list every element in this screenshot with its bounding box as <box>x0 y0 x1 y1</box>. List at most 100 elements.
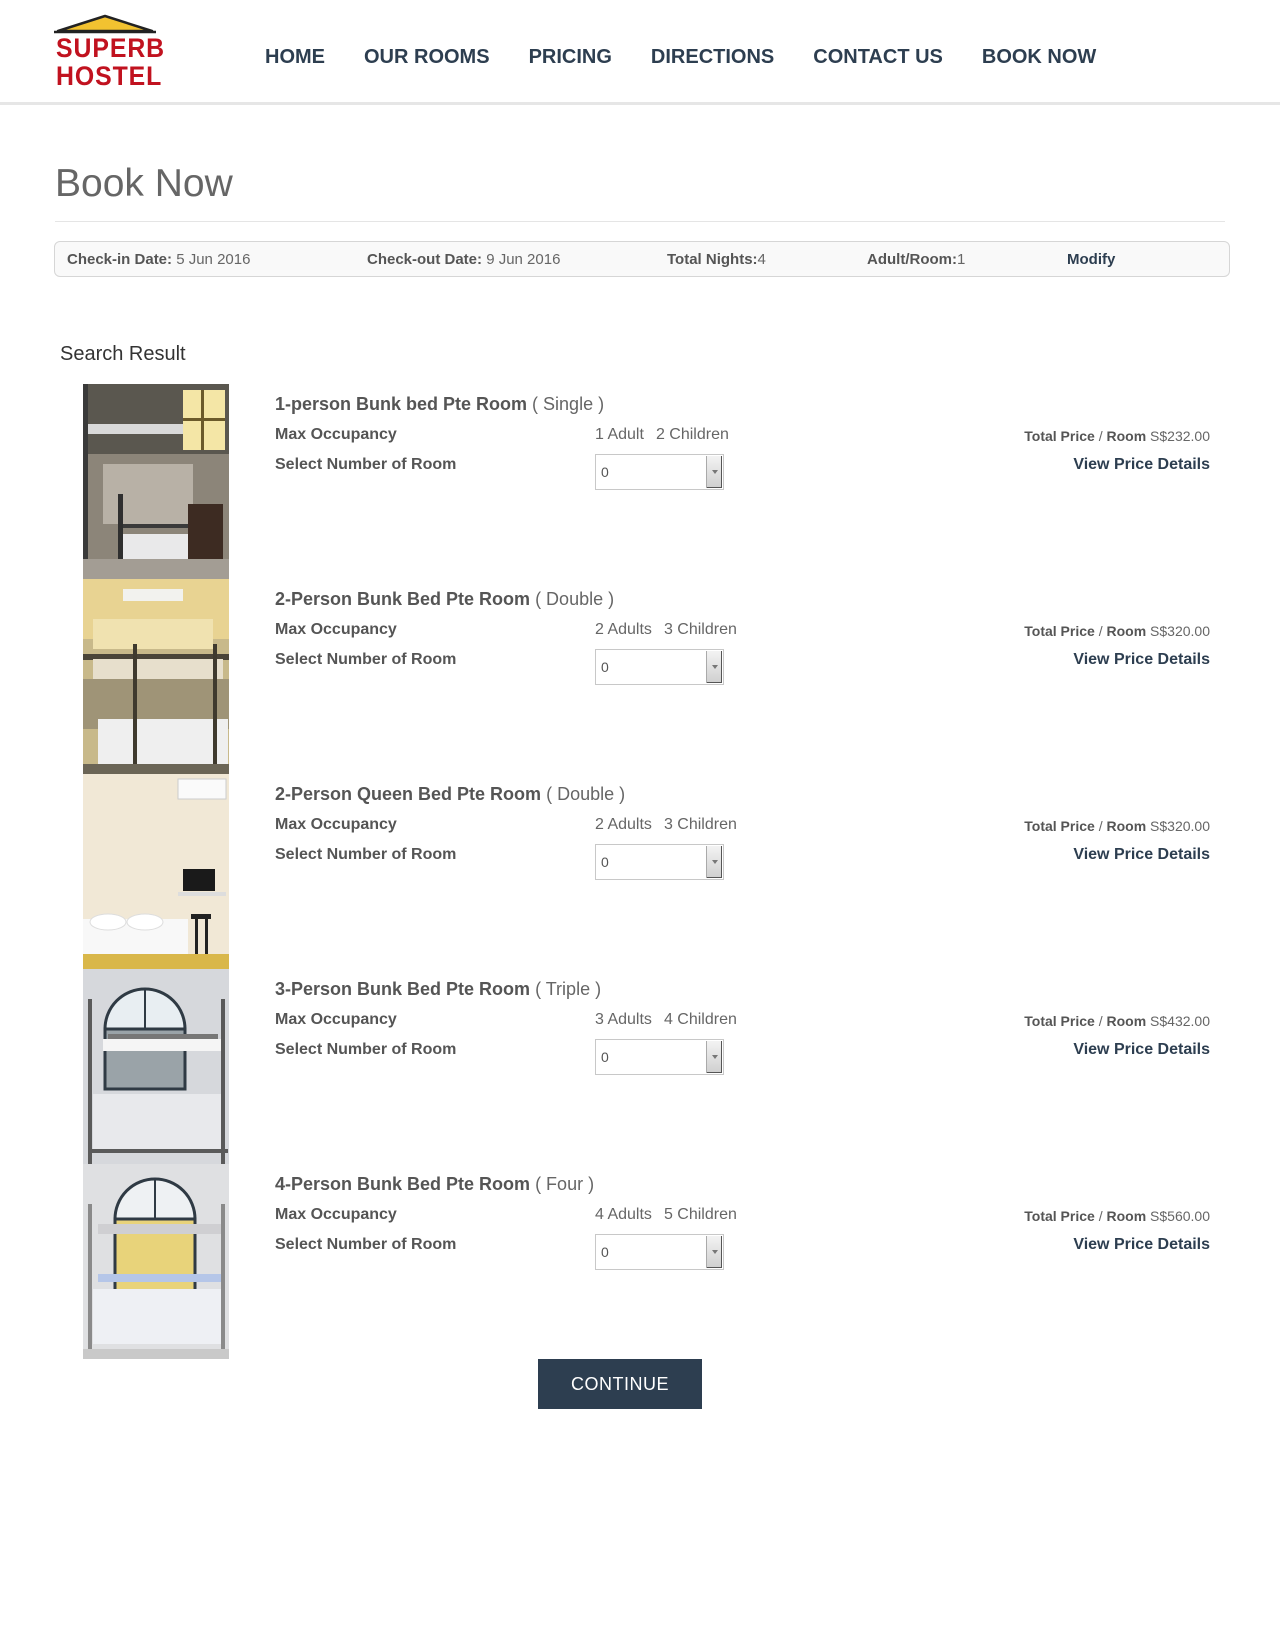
dropdown-arrow-icon[interactable] <box>706 1236 722 1268</box>
room-name-text: 2-Person Bunk Bed Pte Room <box>275 589 531 609</box>
max-occupancy-value: 3 Adults 4 Children <box>595 1011 737 1029</box>
max-occupancy-value: 2 Adults 3 Children <box>595 621 737 639</box>
view-price-details-link[interactable]: View Price Details <box>1073 456 1210 474</box>
adults-value: 2 Adults <box>595 816 652 833</box>
room-name-text: 3-Person Bunk Bed Pte Room <box>275 979 531 999</box>
room-photo-bunk-four <box>83 1164 229 1359</box>
room-count-value: 0 <box>601 1049 609 1065</box>
room-name: 1-person Bunk bed Pte Room ( Single ) <box>275 394 604 415</box>
checkin-summary: Check-in Date: 5 Jun 2016 <box>67 251 250 268</box>
max-occupancy-value: 1 Adult 2 Children <box>595 426 729 444</box>
nights-label: Total Nights: <box>667 251 758 268</box>
room-count-select[interactable]: 0 <box>595 649 724 685</box>
main-nav: HOME OUR ROOMS PRICING DIRECTIONS CONTAC… <box>265 46 1135 69</box>
booking-summary-bar: Check-in Date: 5 Jun 2016 Check-out Date… <box>54 241 1230 277</box>
room-row: 2-Person Bunk Bed Pte Room ( Double ) Ma… <box>0 579 1280 774</box>
room-count-select[interactable]: 0 <box>595 844 724 880</box>
dropdown-arrow-icon[interactable] <box>706 846 722 878</box>
nav-directions[interactable]: DIRECTIONS <box>651 46 774 69</box>
select-rooms-label: Select Number of Room <box>275 651 457 668</box>
checkout-label: Check-out Date: <box>367 251 483 268</box>
adult-summary: Adult/Room:1 <box>867 251 965 268</box>
per-room-label: Room <box>1106 1013 1147 1029</box>
room-type: ( Four ) <box>535 1174 595 1194</box>
room-photo-bunk-single <box>83 384 229 579</box>
total-price-label: Total Price <box>1024 1013 1095 1029</box>
room-count-value: 0 <box>601 854 609 870</box>
room-name: 4-Person Bunk Bed Pte Room ( Four ) <box>275 1174 594 1195</box>
room-count-value: 0 <box>601 464 609 480</box>
logo-line2: HOSTEL <box>56 61 163 91</box>
children-value: 2 Children <box>655 426 729 443</box>
room-count-select[interactable]: 0 <box>595 454 724 490</box>
room-name: 3-Person Bunk Bed Pte Room ( Triple ) <box>275 979 601 1000</box>
total-price-label: Total Price <box>1024 1208 1095 1224</box>
nav-home[interactable]: HOME <box>265 46 325 69</box>
checkin-label: Check-in Date: <box>67 251 173 268</box>
max-occupancy-value: 2 Adults 3 Children <box>595 816 737 834</box>
total-price-label: Total Price <box>1024 623 1095 639</box>
checkout-value: 9 Jun 2016 <box>486 251 561 268</box>
checkin-value: 5 Jun 2016 <box>176 251 251 268</box>
room-row: 3-Person Bunk Bed Pte Room ( Triple ) Ma… <box>0 969 1280 1164</box>
room-row: 1-person Bunk bed Pte Room ( Single ) Ma… <box>0 384 1280 579</box>
room-type: ( Double ) <box>546 784 626 804</box>
logo-line1: SUPERB <box>56 33 166 63</box>
site-header: SUPERB HOSTEL HOME OUR ROOMS PRICING DIR… <box>0 0 1280 105</box>
total-price: Total Price / Room S$432.00 <box>1024 1013 1210 1029</box>
max-occupancy-label: Max Occupancy <box>275 816 397 833</box>
adults-value: 1 Adult <box>595 426 644 443</box>
total-price-label: Total Price <box>1024 428 1095 444</box>
dropdown-arrow-icon[interactable] <box>706 651 722 683</box>
nights-value: 4 <box>757 251 766 268</box>
roof-icon <box>54 14 156 34</box>
adults-value: 3 Adults <box>595 1011 652 1028</box>
modify-link[interactable]: Modify <box>1067 251 1115 268</box>
price-value: S$320.00 <box>1150 818 1210 834</box>
total-price: Total Price / Room S$320.00 <box>1024 623 1210 639</box>
max-occupancy-value: 4 Adults 5 Children <box>595 1206 737 1224</box>
max-occupancy-label: Max Occupancy <box>275 1011 397 1028</box>
nav-contact-us[interactable]: CONTACT US <box>813 46 943 69</box>
nav-book-now[interactable]: BOOK NOW <box>982 46 1096 69</box>
view-price-details-link[interactable]: View Price Details <box>1073 1041 1210 1059</box>
search-result-heading: Search Result <box>60 343 186 365</box>
room-count-select[interactable]: 0 <box>595 1234 724 1270</box>
nights-summary: Total Nights:4 <box>667 251 766 268</box>
page-title: Book Now <box>55 162 233 205</box>
room-row: 2-Person Queen Bed Pte Room ( Double ) M… <box>0 774 1280 969</box>
room-photo-bunk-double <box>83 579 229 774</box>
total-price: Total Price / Room S$560.00 <box>1024 1208 1210 1224</box>
per-room-label: Room <box>1106 1208 1147 1224</box>
select-rooms-label: Select Number of Room <box>275 1041 457 1058</box>
room-type: ( Triple ) <box>535 979 602 999</box>
nav-pricing[interactable]: PRICING <box>529 46 612 69</box>
room-count-select[interactable]: 0 <box>595 1039 724 1075</box>
select-rooms-label: Select Number of Room <box>275 1236 457 1253</box>
room-type: ( Double ) <box>535 589 615 609</box>
max-occupancy-label: Max Occupancy <box>275 426 397 443</box>
view-price-details-link[interactable]: View Price Details <box>1073 846 1210 864</box>
room-name-text: 1-person Bunk bed Pte Room <box>275 394 528 414</box>
superb-hostel-logo[interactable]: SUPERB HOSTEL <box>54 14 164 94</box>
room-name-text: 2-Person Queen Bed Pte Room <box>275 784 542 804</box>
per-room-label: Room <box>1106 818 1147 834</box>
per-room-label: Room <box>1106 428 1147 444</box>
price-value: S$432.00 <box>1150 1013 1210 1029</box>
view-price-details-link[interactable]: View Price Details <box>1073 651 1210 669</box>
price-value: S$560.00 <box>1150 1208 1210 1224</box>
max-occupancy-label: Max Occupancy <box>275 621 397 638</box>
nav-our-rooms[interactable]: OUR ROOMS <box>364 46 490 69</box>
room-name-text: 4-Person Bunk Bed Pte Room <box>275 1174 531 1194</box>
view-price-details-link[interactable]: View Price Details <box>1073 1236 1210 1254</box>
dropdown-arrow-icon[interactable] <box>706 1041 722 1073</box>
dropdown-arrow-icon[interactable] <box>706 456 722 488</box>
room-name: 2-Person Bunk Bed Pte Room ( Double ) <box>275 589 614 610</box>
continue-button[interactable]: CONTINUE <box>538 1359 702 1409</box>
title-divider <box>55 221 1225 222</box>
room-count-value: 0 <box>601 1244 609 1260</box>
per-room-label: Room <box>1106 623 1147 639</box>
children-value: 4 Children <box>663 1011 737 1028</box>
adult-label: Adult/Room: <box>867 251 957 268</box>
price-value: S$232.00 <box>1150 428 1210 444</box>
